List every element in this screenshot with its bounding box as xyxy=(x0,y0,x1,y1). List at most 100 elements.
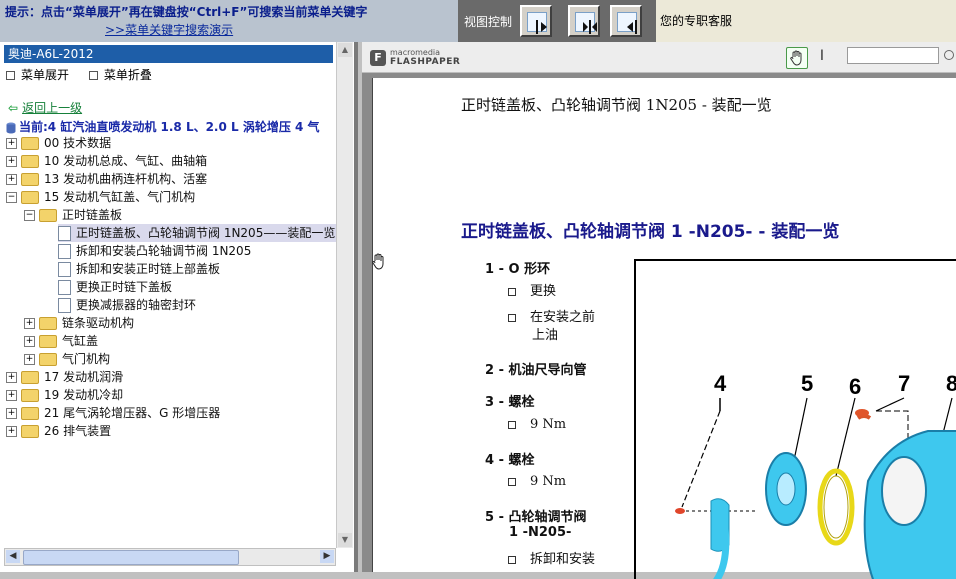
assembly-figure: 4 5 6 7 8 xyxy=(634,259,956,579)
tree-item-label: 更换减振器的轴密封环 xyxy=(76,298,197,312)
parts-list-subitem: 9 Nm xyxy=(508,474,566,489)
folder-icon xyxy=(21,371,39,384)
callout-number: 7 xyxy=(898,371,910,396)
document-page: 正时链盖板、凸轮轴调节阀 1N205 - 装配一览 正时链盖板、凸轮轴调节阀 1… xyxy=(372,78,956,579)
expand-icon[interactable]: + xyxy=(6,408,17,419)
folder-icon xyxy=(39,317,57,330)
customer-service-text[interactable]: 您的专职客服 xyxy=(660,12,732,29)
page-icon xyxy=(58,244,71,259)
horizontal-scrollbar[interactable]: ◀ ▶ xyxy=(4,548,336,566)
current-location-label: 当前:4 缸汽油直喷发动机 1.8 L、2.0 L 涡轮增压 4 气 xyxy=(19,120,320,134)
menu-collapse-label: 菜单折叠 xyxy=(103,68,152,82)
expand-icon[interactable]: + xyxy=(6,390,17,401)
view-control: 视图控制 xyxy=(458,0,656,42)
scroll-left-icon[interactable]: ◀ xyxy=(6,550,20,563)
back-label: 返回上一级 xyxy=(22,101,83,115)
tree-item-label: 13 发动机曲柄连杆机构、活塞 xyxy=(44,172,208,186)
tree-item[interactable]: 更换减振器的轴密封环 xyxy=(58,296,196,314)
tree-item[interactable]: 拆卸和安装凸轮轴调节阀 1N205 xyxy=(58,242,251,260)
tree-item[interactable]: +19 发动机冷却 xyxy=(6,386,123,404)
tree-item-label: 正时链盖板 xyxy=(62,208,123,222)
section-heading: 正时链盖板、凸轮轴调节阀 1 -N205- - 装配一览 xyxy=(461,222,840,242)
expand-icon[interactable]: + xyxy=(6,426,17,437)
tree-item[interactable]: + 链条驱动机构 xyxy=(24,314,134,332)
tree-item[interactable]: + 气门机构 xyxy=(24,350,110,368)
parts-list-subitem: 拆卸和安装 xyxy=(508,548,595,567)
viewer-toolbar: F macromedia FLASHPAPER I xyxy=(362,42,956,73)
menu-expand-button[interactable]: 菜单展开 xyxy=(6,68,77,82)
tree-item[interactable]: − 15 发动机气缸盖、气门机构 xyxy=(6,188,195,206)
search-input[interactable] xyxy=(847,47,939,64)
search-icon[interactable] xyxy=(944,50,954,60)
back-link[interactable]: ⇦ 返回上一级 xyxy=(8,99,82,116)
tree-item-label: 更换正时链下盖板 xyxy=(76,280,173,294)
expand-icon[interactable]: + xyxy=(24,354,35,365)
menu-operations: 菜单展开 菜单折叠 xyxy=(6,66,168,83)
tree-item-label: 链条驱动机构 xyxy=(62,316,135,330)
vertical-scrollbar[interactable]: ▲ ▼ xyxy=(336,42,353,548)
scroll-up-icon[interactable]: ▲ xyxy=(338,43,352,57)
collapse-left-button[interactable] xyxy=(610,5,642,37)
tree-item-label: 10 发动机总成、气缸、曲轴箱 xyxy=(44,154,208,168)
split-view-button[interactable] xyxy=(568,5,600,37)
folder-open-icon xyxy=(21,191,39,204)
tree-item[interactable]: +21 尾气涡轮增压器、G 形增压器 xyxy=(6,404,220,422)
tip-text: 提示：点击“菜单展开”再在键盘按“Ctrl+F”可搜索当前菜单关键字 xyxy=(5,5,368,19)
tree-item[interactable]: 更换正时链下盖板 xyxy=(58,278,172,296)
tree-item-selected[interactable]: 正时链盖板、凸轮轴调节阀 1N205——装配一览 xyxy=(58,224,340,242)
tip-box: 提示：点击“菜单展开”再在键盘按“Ctrl+F”可搜索当前菜单关键字 >>菜单关… xyxy=(0,0,458,42)
tree-item[interactable]: +00 技术数据 xyxy=(6,134,111,152)
folder-icon xyxy=(21,155,39,168)
folder-icon xyxy=(21,425,39,438)
parts-list-item-continued: 1 -N205- xyxy=(509,525,572,540)
collapse-icon[interactable]: − xyxy=(24,210,35,221)
arrow-right-icon xyxy=(527,12,547,34)
logo-text-bottom: FLASHPAPER xyxy=(390,57,461,67)
timing-cover-diagram: 4 5 6 7 8 xyxy=(675,371,956,579)
folder-icon xyxy=(21,407,39,420)
collapse-icon[interactable]: − xyxy=(6,192,17,203)
scroll-right-icon[interactable]: ▶ xyxy=(320,550,334,563)
page-icon xyxy=(58,226,71,241)
expand-icon[interactable]: + xyxy=(24,336,35,347)
back-arrow-icon: ⇦ xyxy=(8,101,19,115)
scrollbar-thumb[interactable] xyxy=(23,550,239,565)
square-icon xyxy=(6,71,15,80)
tree-item[interactable]: +13 发动机曲柄连杆机构、活塞 xyxy=(6,170,207,188)
parts-list-item: 1 - O 形环 xyxy=(485,262,551,277)
tree-item-label: 正时链盖板、凸轮轴调节阀 1N205——装配一览 xyxy=(76,226,336,240)
bullet-icon xyxy=(508,313,516,322)
tree-item[interactable]: +10 发动机总成、气缸、曲轴箱 xyxy=(6,152,207,170)
tree-item[interactable]: − 正时链盖板 xyxy=(24,206,122,224)
tree-item-label: 17 发动机润滑 xyxy=(44,370,124,384)
tree-item-label: 15 发动机气缸盖、气门机构 xyxy=(44,190,196,204)
page-icon xyxy=(58,262,71,277)
view-control-label: 视图控制 xyxy=(464,15,513,29)
tree-item[interactable]: + 气缸盖 xyxy=(24,332,98,350)
expand-icon[interactable]: + xyxy=(6,372,17,383)
text-select-button[interactable]: I xyxy=(814,48,830,66)
folder-icon xyxy=(21,173,39,186)
subitem-text: 9 Nm xyxy=(530,417,567,432)
tree-item[interactable]: 拆卸和安装正时链上部盖板 xyxy=(58,260,220,278)
menu-collapse-button[interactable]: 菜单折叠 xyxy=(88,68,160,82)
tree-item[interactable]: +17 发动机润滑 xyxy=(6,368,123,386)
hand-tool-button[interactable] xyxy=(786,47,808,69)
bullet-icon xyxy=(508,555,516,564)
page-header: 正时链盖板、凸轮轴调节阀 1N205 - 装配一览 xyxy=(461,96,772,114)
flashpaper-logo: F macromedia FLASHPAPER xyxy=(370,48,465,68)
tree-item-label: 21 尾气涡轮增压器、G 形增压器 xyxy=(44,406,221,420)
folder-icon xyxy=(39,335,57,348)
document-viewer: F macromedia FLASHPAPER I 正时链盖板、凸轮轴调节阀 1… xyxy=(362,42,956,579)
scroll-down-icon[interactable]: ▼ xyxy=(338,533,352,547)
expand-icon[interactable]: + xyxy=(6,138,17,149)
hand-icon xyxy=(790,50,802,66)
tree-item[interactable]: +26 排气装置 xyxy=(6,422,111,440)
tree-item-label: 26 排气装置 xyxy=(44,424,112,438)
expand-right-button[interactable] xyxy=(520,5,552,37)
search-demo-link[interactable]: >>菜单关键字搜索演示 xyxy=(105,21,233,38)
expand-icon[interactable]: + xyxy=(6,174,17,185)
expand-icon[interactable]: + xyxy=(6,156,17,167)
parts-list-subitem-continued: 上油 xyxy=(532,328,559,343)
expand-icon[interactable]: + xyxy=(24,318,35,329)
